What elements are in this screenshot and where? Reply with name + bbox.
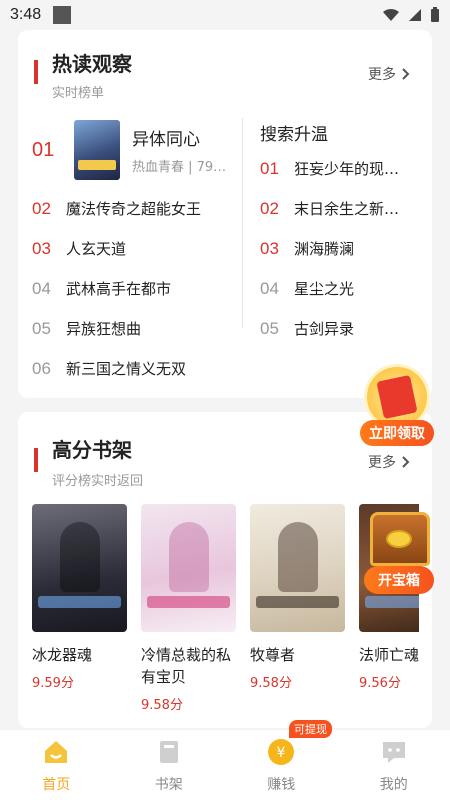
wifi-icon bbox=[383, 8, 399, 21]
book-score: 9.58分 bbox=[141, 698, 183, 713]
book-cover bbox=[250, 504, 345, 632]
book-name: 冷情总裁的私有宝贝 bbox=[141, 646, 232, 686]
rank-number: 03 bbox=[260, 238, 279, 258]
rank-number: 05 bbox=[260, 318, 279, 338]
rank-title: 狂妄少年的现… bbox=[294, 160, 400, 178]
book-meta: 热血青春 | 79… bbox=[132, 160, 227, 175]
rank-title: 武林高手在都市 bbox=[66, 280, 172, 298]
book-shelf-row: 冰龙器魂 9.59分 冷情总裁的私有宝贝 9.58分 牧尊者 9.58分 法师亡… bbox=[32, 504, 419, 713]
chevron-right-icon bbox=[402, 68, 410, 80]
more-label: 更多 bbox=[368, 67, 396, 83]
book-score: 9.58分 bbox=[250, 676, 292, 691]
book-score: 9.56分 bbox=[359, 676, 401, 691]
open-chest-button[interactable]: 开宝箱 bbox=[364, 566, 434, 594]
section-accent-bar bbox=[34, 60, 38, 84]
high-score-title: 高分书架 bbox=[52, 438, 132, 462]
rank-number: 05 bbox=[32, 318, 51, 338]
more-label: 更多 bbox=[368, 455, 396, 471]
rank-number: 02 bbox=[260, 198, 279, 218]
treasure-chest-promo[interactable]: 开宝箱 bbox=[362, 512, 434, 596]
book-icon bbox=[159, 741, 178, 763]
book-cover bbox=[141, 504, 236, 632]
rank-title: 魔法传奇之超能女王 bbox=[66, 200, 202, 218]
rank-title: 星尘之光 bbox=[294, 280, 355, 298]
svg-text:¥: ¥ bbox=[277, 745, 286, 761]
search-rising-title: 搜索升温 bbox=[260, 125, 328, 145]
book-card[interactable]: 牧尊者 9.58分 bbox=[250, 504, 345, 713]
book-card[interactable]: 冰龙器魂 9.59分 bbox=[32, 504, 127, 713]
list-item[interactable]: 04 星尘之光 bbox=[260, 278, 422, 299]
chevron-right-icon bbox=[402, 456, 410, 468]
rank-number: 03 bbox=[32, 238, 51, 258]
book-cover bbox=[32, 504, 127, 632]
rank-number: 02 bbox=[32, 198, 51, 218]
book-title: 异体同心 bbox=[132, 130, 200, 150]
rank-number: 04 bbox=[32, 278, 51, 298]
book-card[interactable]: 冷情总裁的私有宝贝 9.58分 bbox=[141, 504, 236, 713]
list-item[interactable]: 02 末日余生之新… bbox=[260, 198, 422, 219]
column-divider bbox=[242, 118, 243, 328]
list-item[interactable]: 03 渊海腾澜 bbox=[260, 238, 422, 259]
book-score: 9.59分 bbox=[32, 676, 74, 691]
top-rank-book[interactable]: 01 异体同心 热血青春 | 79… bbox=[32, 120, 226, 180]
notification-icon bbox=[53, 6, 72, 24]
book-name: 法师亡魂 bbox=[359, 646, 419, 664]
coin-icon bbox=[386, 530, 412, 548]
profile-icon bbox=[382, 742, 405, 763]
withdraw-badge: 可提现 bbox=[289, 720, 332, 738]
bottom-nav: 首页 书架 可提现 ¥ 赚钱 我的 bbox=[0, 720, 450, 800]
hot-read-subtitle: 实时榜单 bbox=[52, 86, 105, 101]
nav-label: 赚钱 bbox=[267, 777, 296, 793]
rank-title: 古剑异录 bbox=[294, 320, 355, 338]
book-name: 冰龙器魂 bbox=[32, 646, 93, 664]
hot-read-title: 热读观察 bbox=[52, 52, 132, 76]
rank-title: 人玄天道 bbox=[66, 240, 127, 258]
claim-now-button[interactable]: 立即领取 bbox=[360, 420, 434, 446]
list-item[interactable]: 06 新三国之情义无双 bbox=[32, 358, 186, 379]
rank-title: 渊海腾澜 bbox=[294, 240, 355, 258]
rank-number: 01 bbox=[260, 158, 279, 178]
book-cover bbox=[74, 120, 120, 180]
section-accent-bar bbox=[34, 448, 38, 472]
yuan-coin-icon: ¥ bbox=[268, 739, 295, 765]
status-time: 3:48 bbox=[10, 6, 42, 23]
red-packet-promo[interactable]: 立即领取 bbox=[360, 364, 434, 450]
list-item[interactable]: 05 古剑异录 bbox=[260, 318, 422, 339]
nav-bookshelf[interactable]: 书架 bbox=[113, 730, 226, 800]
hot-read-more-link[interactable]: 更多 bbox=[368, 64, 410, 84]
hot-read-card: 热读观察 实时榜单 更多 01 异体同心 热血青春 | 79… 02 魔法传奇之… bbox=[18, 30, 432, 398]
nav-home[interactable]: 首页 bbox=[0, 730, 113, 800]
list-item[interactable]: 01 狂妄少年的现… bbox=[260, 158, 422, 179]
high-score-more-link[interactable]: 更多 bbox=[368, 452, 410, 472]
list-item[interactable]: 02 魔法传奇之超能女王 bbox=[32, 198, 201, 219]
rank-title: 新三国之情义无双 bbox=[66, 360, 187, 378]
nav-profile[interactable]: 我的 bbox=[338, 730, 450, 800]
home-icon bbox=[45, 741, 68, 763]
list-item[interactable]: 05 异族狂想曲 bbox=[32, 318, 141, 339]
rank-number: 01 bbox=[32, 138, 55, 161]
nav-label: 我的 bbox=[379, 777, 408, 793]
list-item[interactable]: 03 人玄天道 bbox=[32, 238, 126, 259]
nav-label: 书架 bbox=[154, 777, 183, 793]
list-item[interactable]: 04 武林高手在都市 bbox=[32, 278, 171, 299]
book-name: 牧尊者 bbox=[250, 646, 296, 664]
rank-title: 异族狂想曲 bbox=[66, 320, 142, 338]
nav-label: 首页 bbox=[42, 777, 71, 793]
rank-number: 04 bbox=[260, 278, 279, 298]
status-bar: 3:48 bbox=[0, 0, 450, 30]
rank-title: 末日余生之新… bbox=[294, 200, 400, 218]
battery-icon bbox=[431, 7, 439, 22]
nav-earn[interactable]: 可提现 ¥ 赚钱 bbox=[225, 720, 338, 800]
high-score-subtitle: 评分榜实时返回 bbox=[52, 474, 144, 489]
rank-number: 06 bbox=[32, 358, 51, 378]
signal-icon bbox=[409, 9, 421, 21]
status-icons bbox=[382, 7, 440, 23]
